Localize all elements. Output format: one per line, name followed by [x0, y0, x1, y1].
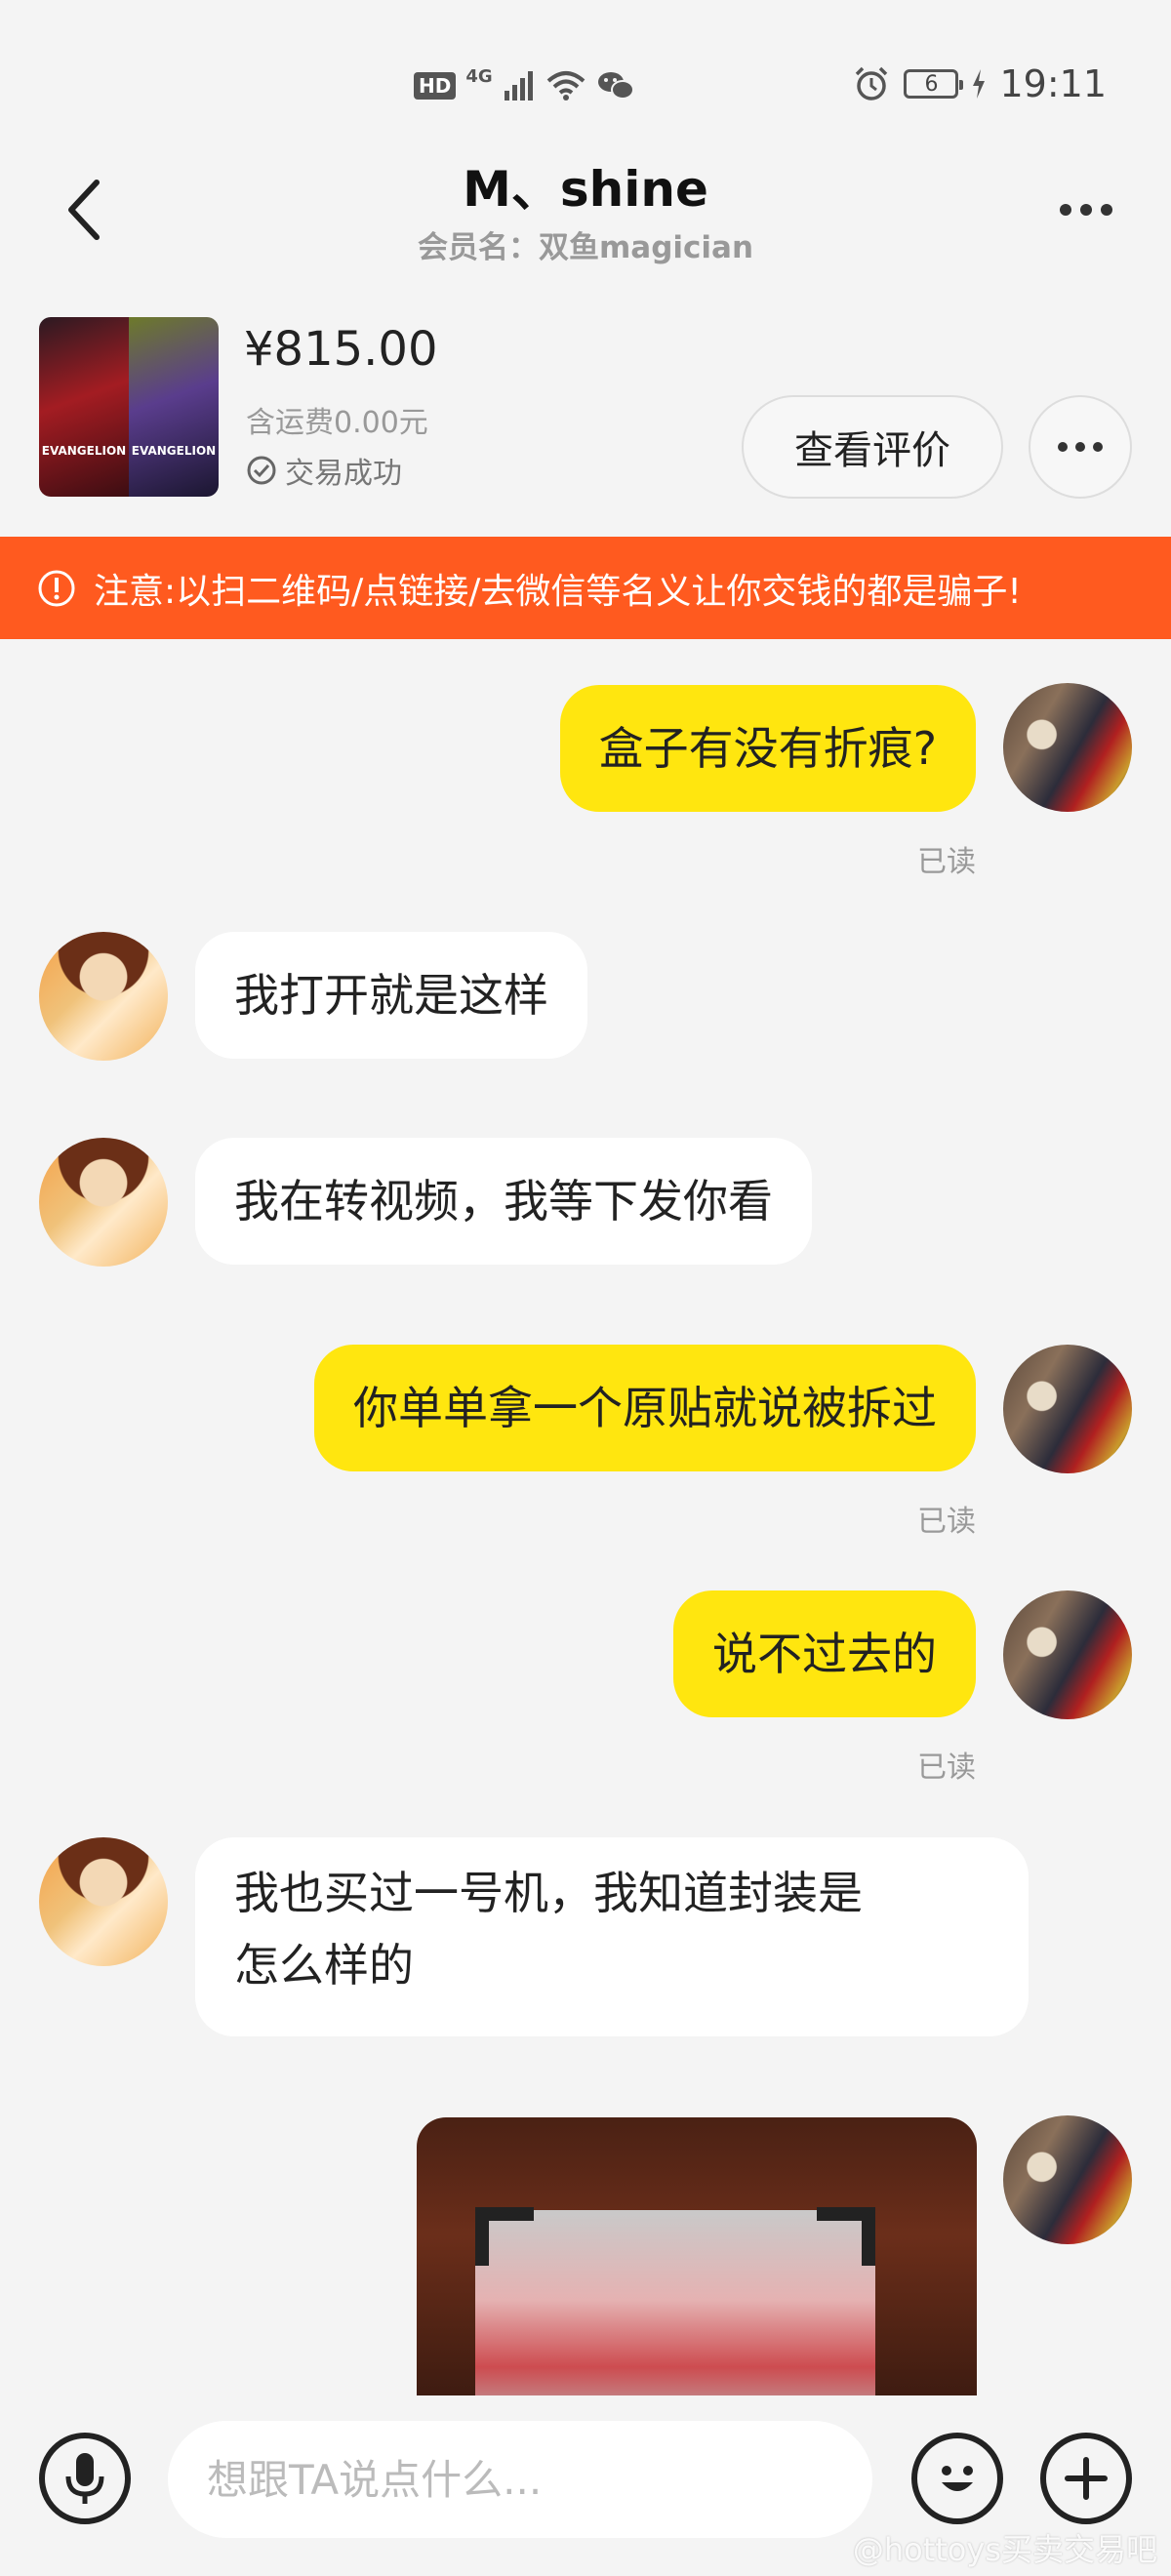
- hd-icon: HD: [414, 72, 457, 100]
- my-avatar[interactable]: [1003, 1590, 1132, 1719]
- alarm-icon: [856, 66, 888, 101]
- my-avatar[interactable]: [1003, 1345, 1132, 1473]
- network-type: 4G: [465, 65, 493, 87]
- thumbnail-label-left: EVANGELION: [41, 444, 127, 458]
- dot-icon: [1058, 442, 1068, 452]
- wifi-icon: [546, 71, 585, 101]
- trade-status: 交易成功: [246, 449, 402, 492]
- plus-icon: [1065, 2457, 1108, 2500]
- microphone-icon: [65, 2453, 104, 2504]
- view-review-button[interactable]: 查看评价: [742, 395, 1003, 499]
- battery-icon: 6: [904, 69, 964, 99]
- message-bubble[interactable]: 我也买过一号机，我知道封装是 怎么样的: [195, 1837, 1029, 2036]
- image-detail: [817, 2207, 875, 2266]
- input-bar: @hottoys买卖交易吧: [0, 2395, 1171, 2576]
- my-avatar[interactable]: [1003, 2115, 1132, 2244]
- read-receipt: 已读: [917, 1751, 976, 1785]
- my-avatar[interactable]: [1003, 683, 1132, 812]
- image-message[interactable]: [417, 2117, 977, 2410]
- signal-icon: [504, 71, 533, 101]
- message-input[interactable]: [168, 2421, 872, 2538]
- peer-avatar[interactable]: [39, 1138, 168, 1267]
- thumbnail-right: EVANGELION: [129, 317, 219, 497]
- dot-icon: [1060, 204, 1071, 216]
- message-bubble[interactable]: 说不过去的: [673, 1590, 976, 1717]
- dot-icon: [1101, 204, 1112, 216]
- chat-title: M、shine: [463, 161, 708, 218]
- message-text: 我打开就是这样: [234, 969, 548, 1022]
- message-text: 说不过去的: [712, 1628, 937, 1680]
- thumbnail-label-right: EVANGELION: [131, 444, 217, 458]
- trade-status-text: 交易成功: [285, 457, 402, 491]
- product-more-button[interactable]: [1029, 395, 1132, 499]
- battery-level: 6: [924, 71, 939, 97]
- clock: 19:11: [999, 62, 1107, 105]
- check-circle-icon: [247, 456, 276, 485]
- message-text: 你单单拿一个原贴就说被拆过: [353, 1382, 937, 1434]
- status-left: HD 4G: [414, 66, 635, 105]
- peer-avatar[interactable]: [39, 932, 168, 1061]
- message-bubble[interactable]: 你单单拿一个原贴就说被拆过: [314, 1345, 976, 1471]
- dot-icon: [1080, 204, 1092, 216]
- dot-icon: [1075, 442, 1085, 452]
- smile-icon: [942, 2466, 973, 2491]
- status-bar: HD 4G 6 19:11: [0, 0, 1171, 146]
- thumbnail-left: EVANGELION: [39, 317, 129, 497]
- image-content: [475, 2210, 875, 2410]
- wechat-icon: [597, 72, 634, 100]
- image-detail: [475, 2207, 534, 2266]
- emoji-button[interactable]: [911, 2433, 1003, 2524]
- peer-avatar[interactable]: [39, 1837, 168, 1966]
- warning-text: 注意:以扫二维码/点链接/去微信等名义让你交钱的都是骗子!: [94, 571, 1022, 612]
- alert-icon: [38, 570, 75, 606]
- message-bubble[interactable]: 我打开就是这样: [195, 932, 587, 1059]
- dot-icon: [1093, 442, 1103, 452]
- product-card: EVANGELION EVANGELION ¥815.00 含运费0.00元 交…: [0, 293, 1171, 537]
- fraud-warning-banner: 注意:以扫二维码/点链接/去微信等名义让你交钱的都是骗子!: [0, 537, 1171, 639]
- more-actions-button[interactable]: [1040, 2433, 1132, 2524]
- message-text-line-2: 怎么样的: [234, 1939, 414, 1992]
- message-text: 我在转视频，我等下发你看: [234, 1175, 773, 1228]
- member-name: 会员名：双鱼magician: [417, 230, 754, 265]
- message-bubble[interactable]: 我在转视频，我等下发你看: [195, 1138, 812, 1265]
- chat-header: M、shine 会员名：双鱼magician: [0, 146, 1171, 273]
- read-receipt: 已读: [917, 1505, 976, 1539]
- charging-icon: [973, 69, 986, 99]
- status-right: 6 19:11: [853, 60, 1107, 107]
- message-bubble[interactable]: 盒子有没有折痕?: [559, 685, 976, 812]
- product-price: ¥815.00: [244, 322, 438, 377]
- message-text-line-1: 我也买过一号机，我知道封装是: [234, 1867, 863, 1919]
- watermark: @hottoys买卖交易吧: [852, 2531, 1157, 2568]
- product-thumbnail[interactable]: EVANGELION EVANGELION: [39, 317, 219, 497]
- read-receipt: 已读: [917, 845, 976, 879]
- shipping-fee: 含运费0.00元: [246, 406, 428, 440]
- voice-button[interactable]: [39, 2433, 131, 2524]
- message-text: 盒子有没有折痕?: [598, 722, 937, 775]
- more-options-button[interactable]: [1042, 185, 1130, 234]
